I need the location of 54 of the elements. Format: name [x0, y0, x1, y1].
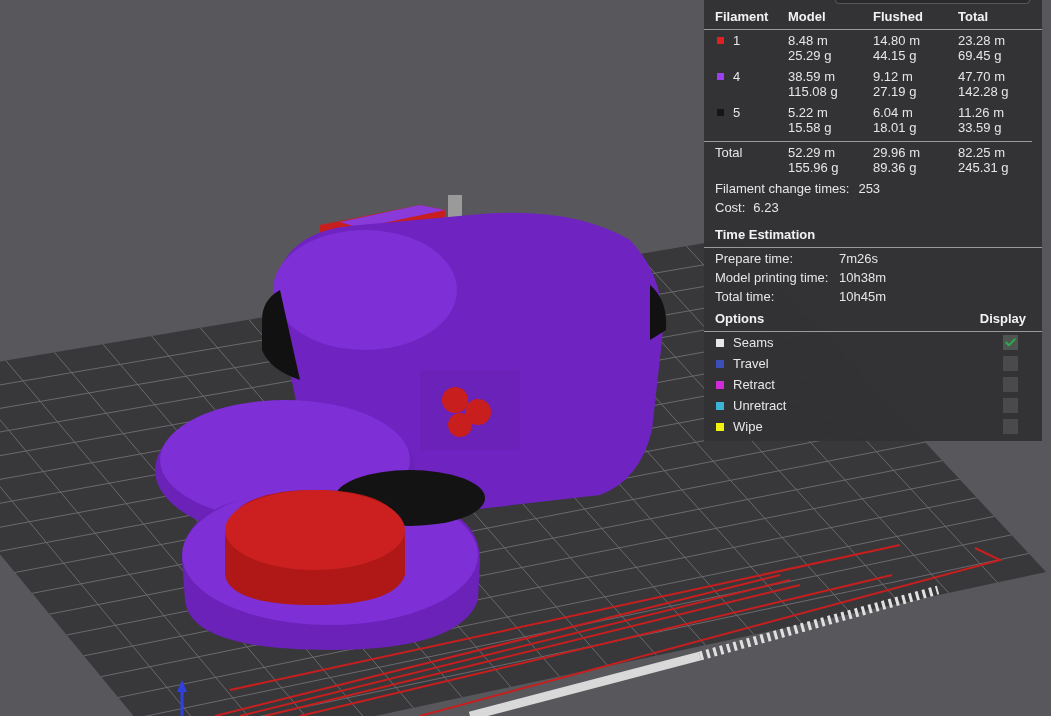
length-value: 11.26 m [958, 105, 1004, 120]
time-label: Total time: [715, 288, 775, 306]
filament-number: 5 [733, 105, 741, 120]
check-icon [1004, 336, 1017, 349]
section-title: Time Estimation [715, 227, 816, 243]
time-value: 7m26s [839, 250, 879, 268]
length-value: 47.70 m [958, 69, 1005, 84]
length-value: 29.96 m [873, 145, 920, 160]
filament-number: 4 [733, 69, 741, 84]
column-header: Total [958, 9, 989, 25]
weight-value: 155.96 g [788, 160, 839, 175]
length-value: 52.29 m [788, 145, 835, 160]
axis-arrow-icon [177, 680, 187, 716]
option-label: Seams [733, 333, 774, 352]
column-header: Display [979, 311, 1026, 327]
total-label: Total [715, 145, 743, 162]
weight-value: 15.58 g [788, 120, 832, 135]
time-label: Model printing time: [715, 269, 829, 287]
dropdown-field[interactable] [835, 0, 1030, 4]
cost-value: 6.23 [753, 200, 779, 215]
weight-value: 245.31 g [958, 160, 1009, 175]
length-value: 14.80 m [873, 33, 920, 48]
cost-label: Cost: [715, 200, 746, 215]
filament-number: 1 [733, 33, 741, 48]
length-value: 23.28 m [958, 33, 1005, 48]
filament-change-label: Filament change times: [715, 181, 850, 196]
weight-value: 69.45 g [958, 48, 1002, 63]
weight-value: 89.36 g [873, 160, 917, 175]
length-value: 8.48 m [788, 33, 828, 48]
weight-value: 18.01 g [873, 120, 917, 135]
time-label: Prepare time: [715, 250, 794, 268]
weight-value: 142.28 g [958, 84, 1009, 99]
section-title: Options [715, 311, 765, 327]
length-value: 6.04 m [873, 105, 913, 120]
length-value: 5.22 m [788, 105, 828, 120]
option-label: Wipe [733, 417, 763, 436]
option-label: Travel [733, 354, 769, 373]
weight-value: 25.29 g [788, 48, 832, 63]
length-value: 38.59 m [788, 69, 835, 84]
weight-value: 44.15 g [873, 48, 917, 63]
display-checkbox[interactable] [1003, 335, 1018, 350]
filament-change-value: 253 [858, 181, 881, 196]
length-value: 9.12 m [873, 69, 913, 84]
column-header: Model [788, 9, 826, 25]
option-label: Unretract [733, 396, 787, 415]
length-value: 82.25 m [958, 145, 1005, 160]
column-header: Filament [715, 9, 769, 25]
weight-value: 33.59 g [958, 120, 1002, 135]
weight-value: 27.19 g [873, 84, 917, 99]
weight-value: 115.08 g [788, 84, 838, 99]
column-header: Flushed [873, 9, 923, 25]
time-value: 10h38m [839, 269, 886, 287]
time-value: 10h45m [839, 288, 886, 306]
option-label: Retract [733, 375, 775, 394]
